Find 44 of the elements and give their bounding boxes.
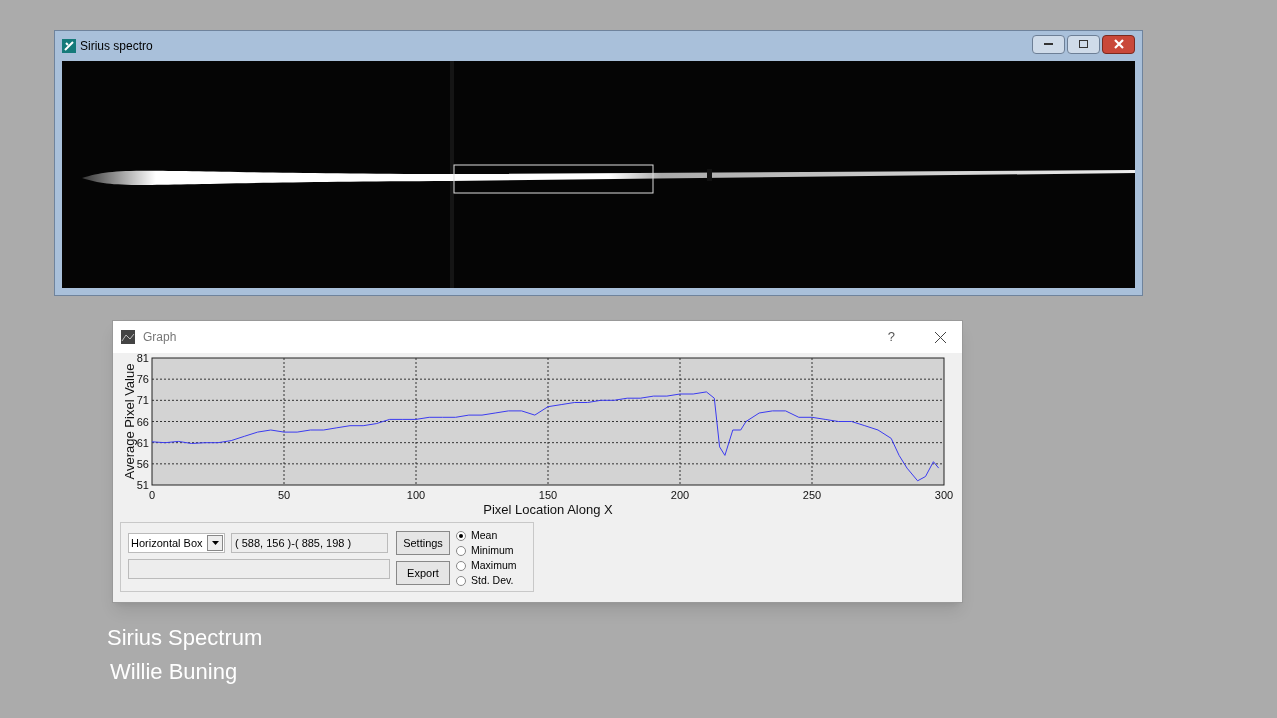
help-button[interactable]: ? bbox=[887, 327, 895, 347]
radio-button[interactable] bbox=[456, 530, 466, 541]
x-tick-label: 200 bbox=[670, 489, 690, 501]
y-tick-label: 66 bbox=[136, 415, 149, 428]
x-tick-label: 0 bbox=[148, 489, 156, 501]
caret-icon bbox=[211, 541, 219, 545]
y-tick-label: 61 bbox=[136, 436, 149, 449]
radio-option[interactable]: Maximum bbox=[456, 558, 517, 573]
settings-button[interactable]: Settings bbox=[396, 531, 450, 555]
close-icon bbox=[1113, 39, 1124, 49]
export-button[interactable]: Export bbox=[396, 561, 450, 585]
input-field[interactable] bbox=[128, 559, 390, 579]
close-icon[interactable] bbox=[935, 331, 946, 343]
y-tick-label: 56 bbox=[136, 457, 149, 470]
radio-button[interactable] bbox=[456, 545, 466, 556]
y-axis-title: Average Pixel Value bbox=[122, 363, 137, 480]
graph-icon bbox=[121, 330, 135, 344]
x-tick-label: 250 bbox=[802, 489, 822, 501]
x-tick-label: 100 bbox=[406, 489, 426, 501]
mode-dropdown[interactable]: Horizontal Box bbox=[128, 533, 225, 553]
radio-option[interactable]: Minimum bbox=[456, 543, 517, 558]
app-icon bbox=[62, 39, 76, 53]
maximize-icon bbox=[1079, 40, 1088, 48]
minimize-icon bbox=[1044, 43, 1053, 45]
radio-button[interactable] bbox=[456, 575, 466, 586]
y-tick-label: 81 bbox=[136, 353, 149, 364]
window-title: Graph bbox=[143, 329, 177, 346]
caption-text: Sirius Spectrum bbox=[107, 625, 263, 651]
region-field: ( 588, 156 )-( 885, 198 ) bbox=[231, 533, 388, 553]
radio-option[interactable]: Mean bbox=[456, 528, 517, 543]
y-tick-label: 71 bbox=[136, 394, 149, 407]
x-axis-title: Pixel Location Along X bbox=[483, 502, 613, 517]
minimize-button[interactable] bbox=[1032, 34, 1065, 54]
close-button[interactable] bbox=[1102, 34, 1135, 54]
x-tick-label: 300 bbox=[934, 489, 954, 501]
x-tick-label: 150 bbox=[538, 489, 558, 501]
radio-option[interactable]: Std. Dev. bbox=[456, 573, 517, 588]
y-tick-label: 51 bbox=[136, 479, 149, 491]
window-title: Sirius spectro bbox=[80, 38, 153, 55]
x-tick-label: 50 bbox=[277, 489, 291, 501]
y-tick-label: 76 bbox=[136, 373, 149, 386]
maximize-button[interactable] bbox=[1067, 34, 1100, 54]
radio-button[interactable] bbox=[456, 560, 466, 571]
caption-text: Willie Buning bbox=[110, 659, 239, 685]
